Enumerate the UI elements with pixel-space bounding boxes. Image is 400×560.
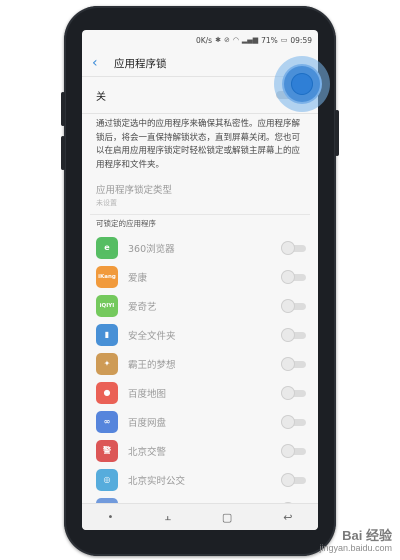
app-row[interactable]: ✦ 霸王的梦想: [82, 349, 318, 378]
page: 0K/s ✱ ⊘ ◠ ▂▄▆ 71% ▭ 09:59 ‹ 应用程序锁 关 通过锁…: [0, 0, 400, 560]
secure-folder-icon: ▮: [96, 323, 118, 346]
app-lock-toggle[interactable]: [282, 473, 308, 486]
volume-down-button: [61, 136, 65, 170]
baidu-map-icon: ●: [96, 381, 118, 404]
nfc-icon: ✱: [215, 36, 221, 44]
app-row[interactable]: ∞ 百度网盘: [82, 407, 318, 436]
app-lock-toggle[interactable]: [282, 357, 308, 370]
watermark-url: jingyan.baidu.com: [319, 543, 392, 553]
network-speed: 0K/s: [195, 35, 213, 45]
baidu-netdisk-icon: ∞: [96, 410, 118, 433]
app-row[interactable]: 警北京交警: [82, 436, 318, 465]
app-row[interactable]: iQIYI 爱奇艺: [82, 291, 318, 320]
back-arrow-icon[interactable]: ‹: [92, 56, 108, 70]
app-lock-toggle[interactable]: [282, 299, 308, 312]
signal-icon: ▂▄▆: [241, 36, 259, 44]
app-lock-toggle[interactable]: [282, 386, 308, 399]
mute-icon: ⊘: [223, 36, 230, 44]
lock-type-label: 应用程序锁定类型: [96, 185, 173, 196]
master-toggle-knob[interactable]: [291, 73, 313, 95]
app-lock-toggle[interactable]: [282, 328, 308, 341]
app-name: 百度网盘: [128, 417, 167, 429]
wifi-icon: ◠: [232, 36, 239, 44]
clock: 09:59: [290, 35, 312, 45]
back-nav-icon[interactable]: ↩: [283, 511, 292, 524]
app-name: 北京交警: [128, 446, 167, 458]
battery-icon: ▭: [280, 36, 288, 44]
app-name: 360浏览器: [128, 243, 175, 255]
beijing-bus-icon: ◎: [96, 468, 118, 491]
master-switch-label: 关: [96, 91, 106, 103]
app-row[interactable]: ● 百度地图: [82, 378, 318, 407]
watermark-brand: Bai 经验: [342, 528, 392, 543]
app-name: 百度地图: [128, 388, 167, 400]
lockable-apps-header: 可锁定的应用程序: [96, 219, 156, 228]
app-row[interactable]: ◎ 北京实时公交: [82, 465, 318, 494]
lock-type-setting[interactable]: 应用程序锁定类型 未设置: [82, 178, 318, 208]
home-icon[interactable]: ▢: [222, 511, 232, 524]
power-button: [335, 110, 339, 156]
recents-icon[interactable]: ⫠: [164, 510, 171, 524]
status-bar: 0K/s ✱ ⊘ ◠ ▂▄▆ 71% ▭ 09:59: [82, 30, 318, 50]
app-list: e 360浏览器 iKang 爱康 iQIYI 爱奇艺 ▮ 安全文件夹 ✦ 霸王的梦想 ● 百度地图 ∞…: [82, 233, 318, 523]
app-lock-toggle[interactable]: [282, 444, 308, 457]
app-lock-toggle[interactable]: [282, 415, 308, 428]
lock-type-value: 未设置: [96, 199, 117, 207]
app-row[interactable]: ▮ 安全文件夹: [82, 320, 318, 349]
app-lock-toggle[interactable]: [282, 241, 308, 254]
app-name: 爱康: [128, 272, 148, 284]
app-lock-toggle[interactable]: [282, 270, 308, 283]
watermark: Bai 经验 jingyan.baidu.com: [319, 528, 392, 554]
nav-dot-icon: •: [107, 511, 114, 523]
beijing-police-icon: 警: [96, 439, 118, 462]
battery-percent: 71%: [261, 35, 278, 45]
app-row[interactable]: e 360浏览器: [82, 233, 318, 262]
game-icon: ✦: [96, 352, 118, 375]
volume-up-button: [61, 92, 65, 126]
app-name: 安全文件夹: [128, 330, 176, 342]
app-row[interactable]: iKang 爱康: [82, 262, 318, 291]
ikang-icon: iKang: [96, 265, 118, 288]
iqiyi-icon: iQIYI: [96, 294, 118, 317]
app-name: 爱奇艺: [128, 301, 157, 313]
description-text: 通过锁定选中的应用程序来确保其私密性。应用程序解锁后，将会一直保持解锁状态，直到…: [96, 119, 301, 170]
navigation-bar: • ⫠ ▢ ↩: [82, 503, 318, 530]
browser-360-icon: e: [96, 236, 118, 259]
page-title: 应用程序锁: [114, 57, 167, 70]
app-name: 北京实时公交: [128, 475, 186, 487]
app-name: 霸王的梦想: [128, 359, 176, 371]
